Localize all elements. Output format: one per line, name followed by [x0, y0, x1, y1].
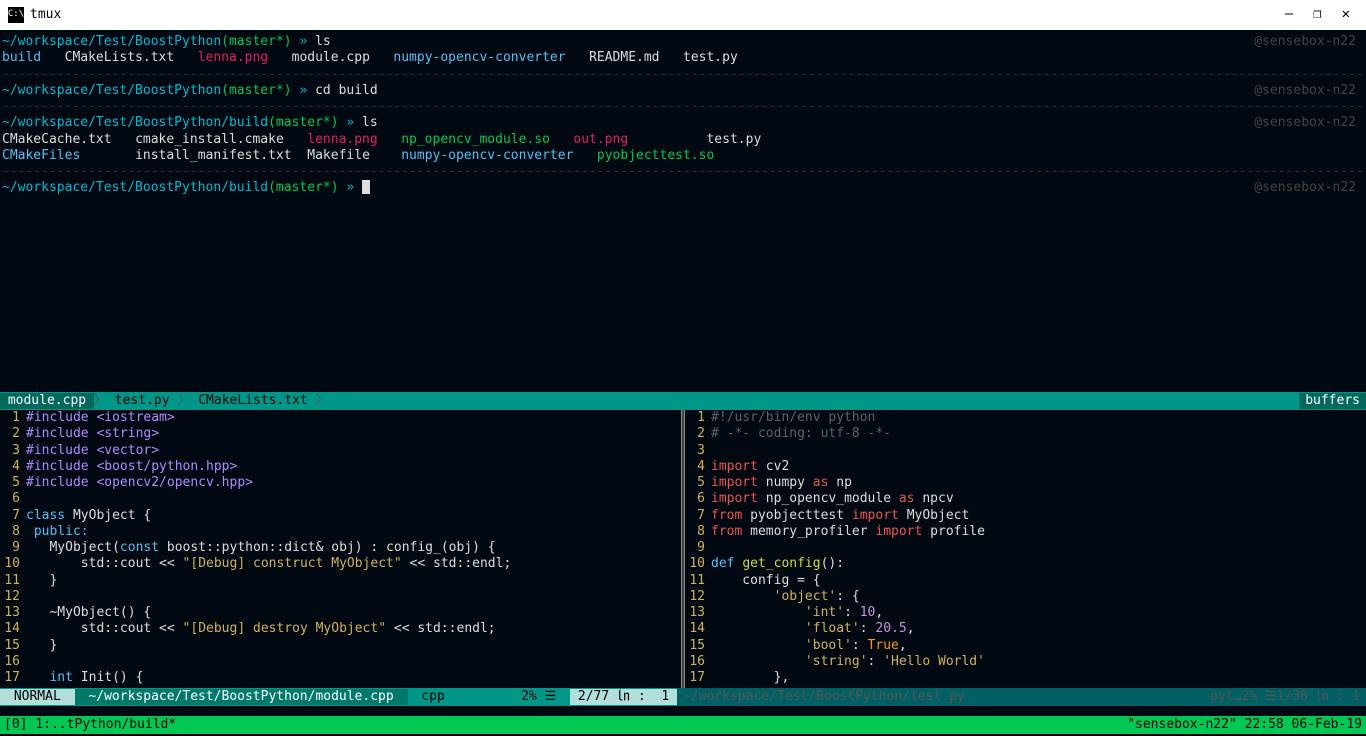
maximize-button[interactable]: ❐ — [1313, 6, 1321, 24]
ls-output-row1: CMakeCache.txt cmake_install.cmake lenna… — [2, 132, 1364, 148]
prompt-cmd: cd build — [315, 83, 378, 99]
prompt-sep: » — [292, 34, 315, 50]
terminal-pane[interactable]: ~/workspace/Test/BoostPython (master*) »… — [0, 30, 1366, 392]
line-pos: 2/77 ㏑ : 1 — [570, 689, 677, 705]
statusline-left: NORMAL ~/workspace/Test/BoostPython/modu… — [0, 688, 677, 706]
window-title: tmux — [30, 7, 61, 23]
buffer-tabs: module.cpp 〉 test.py 〉 CMakeLists.txt 〉 … — [0, 392, 1366, 410]
minimize-button[interactable]: — — [1285, 6, 1293, 24]
filetype: cpp — [408, 689, 459, 705]
mode-indicator: NORMAL — [0, 689, 75, 705]
ls-output-row2: CMakeFiles install_manifest.txt Makefile… — [2, 148, 1364, 164]
ls-output: build CMakeLists.txt lenna.png module.cp… — [2, 50, 1364, 66]
prompt-cmd: ls — [315, 34, 331, 50]
left-editor-pane[interactable]: 1#include <iostream> 2#include <string> … — [0, 410, 681, 688]
inactive-file-path: ~/workspace/Test/BoostPython/test.py — [683, 689, 965, 705]
buffers-label: buffers — [1299, 393, 1366, 409]
tab-testpy[interactable]: test.py — [107, 393, 177, 409]
percent: 2% ☰ — [507, 689, 570, 705]
user-host: @sensebox-n22 — [1254, 34, 1364, 50]
statusline-right: ~/workspace/Test/BoostPython/test.py pyt… — [677, 688, 1366, 706]
cursor — [362, 180, 370, 194]
editor-split: 1#include <iostream> 2#include <string> … — [0, 410, 1366, 688]
file-path: ~/workspace/Test/BoostPython/module.cpp — [75, 689, 408, 705]
window-titlebar: C:\ tmux — ❐ ✕ — [0, 0, 1366, 30]
prompt-branch: (master*) — [221, 34, 291, 50]
right-editor-pane[interactable]: 1#!/usr/bin/env python 2# -*- coding: ut… — [685, 410, 1366, 688]
close-button[interactable]: ✕ — [1342, 6, 1350, 24]
tmux-clock: "sensebox-n22" 22:58 06-Feb-19 — [1127, 717, 1362, 733]
tab-module[interactable]: module.cpp — [0, 393, 94, 409]
tmux-session: [0] 1:..tPython/build* — [4, 717, 176, 733]
tab-cmakelists[interactable]: CMakeLists.txt — [190, 393, 315, 409]
separator: ----------------------------------------… — [2, 67, 1364, 83]
prompt-path: ~/workspace/Test/BoostPython — [2, 34, 221, 50]
app-icon: C:\ — [8, 7, 24, 23]
tmux-statusbar: [0] 1:..tPython/build* "sensebox-n22" 22… — [0, 716, 1366, 734]
prompt-cmd: ls — [362, 115, 378, 131]
